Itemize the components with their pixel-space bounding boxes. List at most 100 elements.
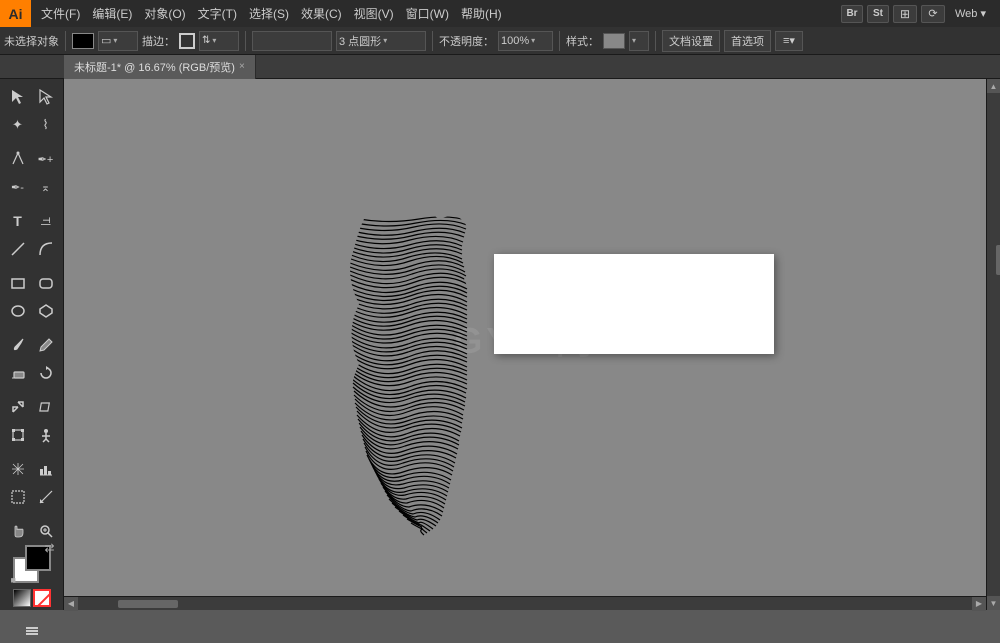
pen-tool[interactable] — [4, 145, 32, 173]
horizontal-scrollbar[interactable]: ◀ ▶ — [64, 596, 986, 610]
reset-colors-button[interactable]: ■ — [11, 575, 16, 585]
menu-object[interactable]: 对象(O) — [138, 0, 191, 27]
round-rect-tool[interactable] — [32, 269, 60, 297]
add-anchor-icon: ✒+ — [38, 153, 54, 166]
separator5 — [655, 31, 656, 51]
vertical-type-icon: T| — [40, 217, 51, 226]
artboard — [494, 254, 774, 354]
ai-logo: Ai — [0, 0, 31, 27]
doc-settings-button[interactable]: 文档设置 — [662, 30, 720, 52]
type-icon: T — [13, 213, 22, 229]
magic-wand-tool[interactable]: ✦ — [4, 111, 32, 139]
style-label: 样式： — [566, 33, 599, 49]
eraser-tool[interactable] — [4, 359, 32, 387]
menu-select[interactable]: 选择(S) — [243, 0, 295, 27]
stock-button[interactable]: St — [867, 5, 889, 23]
figure — [304, 199, 524, 559]
separator4 — [559, 31, 560, 51]
rotate-tool[interactable] — [32, 359, 60, 387]
separator2 — [245, 31, 246, 51]
fill-swatch[interactable] — [72, 33, 94, 49]
canvas-wrapper: GY / 网 — [64, 79, 986, 610]
scroll-thumb[interactable] — [996, 245, 1000, 275]
pencil-tool[interactable] — [32, 331, 60, 359]
preferences-button[interactable]: 首选项 — [724, 30, 771, 52]
swap-colors-button[interactable]: ⇄ — [44, 541, 54, 555]
ellipse-tool[interactable] — [4, 297, 32, 325]
fill-dropdown[interactable]: ▭ ▾ — [98, 31, 138, 51]
menu-text[interactable]: 文字(T) — [192, 0, 243, 27]
style-caret: ▾ — [632, 36, 636, 45]
tool-row-rect — [0, 269, 63, 297]
artboard-tool[interactable] — [4, 483, 32, 511]
title-right: Br St ⊞ ⟳ Web ▾ — [841, 5, 1000, 23]
menu-effect[interactable]: 效果(C) — [295, 0, 348, 27]
stroke-swatch[interactable] — [179, 33, 195, 49]
scroll-up-button[interactable]: ▲ — [987, 79, 1000, 93]
opacity-value: 100% — [501, 35, 529, 47]
tab-label: 未标题-1* @ 16.67% (RGB/预览) — [74, 59, 235, 75]
tool-row-eraser — [0, 359, 63, 387]
none-swatch[interactable] — [33, 589, 51, 607]
tab-close-button[interactable]: × — [239, 61, 245, 72]
opacity-caret: ▾ — [531, 36, 535, 45]
vertical-type-tool[interactable]: T| — [32, 207, 60, 235]
scroll-left-button[interactable]: ◀ — [64, 597, 78, 611]
horizontal-scroll-thumb[interactable] — [118, 600, 178, 608]
stroke-weight-dropdown[interactable]: ⇅ ▾ — [199, 31, 239, 51]
delete-anchor-tool[interactable]: ✒- — [4, 173, 32, 201]
tool-row-pen: ✒+ — [0, 145, 63, 173]
gradient-swatch[interactable] — [13, 589, 31, 607]
stroke-up-icon: ⇅ — [202, 35, 210, 46]
gradient-mesh-tool[interactable] — [4, 455, 32, 483]
point-shape-dropdown[interactable]: 3 点圆形 ▾ — [336, 31, 426, 51]
scale-tool[interactable] — [4, 393, 32, 421]
paintbrush-tool[interactable] — [4, 331, 32, 359]
title-bar: Ai 文件(F) 编辑(E) 对象(O) 文字(T) 选择(S) 效果(C) 视… — [0, 0, 1000, 27]
opacity-dropdown[interactable]: 100% ▾ — [498, 31, 553, 51]
free-transform-tool[interactable] — [4, 421, 32, 449]
color-area: ⇄ ■ — [13, 545, 51, 615]
select-tool[interactable] — [4, 83, 32, 111]
menu-file[interactable]: 文件(F) — [35, 0, 86, 27]
sync-button[interactable]: ⟳ — [921, 5, 945, 23]
menu-edit[interactable]: 编辑(E) — [86, 0, 138, 27]
fill-indicator: ▭ — [101, 34, 111, 47]
document-tab[interactable]: 未标题-1* @ 16.67% (RGB/预览) × — [64, 55, 256, 79]
scroll-right-button[interactable]: ▶ — [972, 597, 986, 611]
more-icon: ≡▾ — [783, 34, 795, 47]
grid-button[interactable]: ⊞ — [893, 5, 917, 23]
more-button[interactable]: ≡▾ — [775, 31, 803, 51]
tool-row-scale — [0, 393, 63, 421]
line-tool[interactable] — [4, 235, 32, 263]
add-anchor-tool[interactable]: ✒+ — [32, 145, 60, 173]
bridge-button[interactable]: Br — [841, 5, 863, 23]
slice-tool[interactable] — [32, 483, 60, 511]
chart-tool[interactable] — [32, 455, 60, 483]
left-toolbar: ✦ ⌇ ✒+ ✒- ⌅ T — [0, 79, 64, 610]
rect-tool[interactable] — [4, 269, 32, 297]
canvas-area[interactable]: GY / 网 — [64, 79, 986, 596]
web-dropdown[interactable]: Web ▾ — [949, 7, 992, 20]
horizontal-scroll-track[interactable] — [78, 599, 972, 609]
lasso-tool[interactable]: ⌇ — [32, 111, 60, 139]
menu-window[interactable]: 窗口(W) — [400, 0, 455, 27]
right-scrollbar[interactable]: ▲ ▼ — [986, 79, 1000, 610]
scroll-down-button[interactable]: ▼ — [987, 596, 1000, 610]
menu-help[interactable]: 帮助(H) — [455, 0, 508, 27]
convert-anchor-tool[interactable]: ⌅ — [32, 173, 60, 201]
stroke-caret: ▾ — [212, 36, 216, 45]
stroke-color-bar[interactable] — [252, 31, 332, 51]
polygon-tool[interactable] — [32, 297, 60, 325]
arc-tool[interactable] — [32, 235, 60, 263]
hand-tool[interactable] — [4, 517, 32, 545]
tool-row-artboard — [0, 483, 63, 511]
layers-panel-button[interactable] — [18, 615, 46, 643]
menu-view[interactable]: 视图(V) — [348, 0, 400, 27]
puppet-tool[interactable] — [32, 421, 60, 449]
style-swatch[interactable] — [603, 33, 625, 49]
style-dropdown[interactable]: ▾ — [629, 31, 649, 51]
shear-tool[interactable] — [32, 393, 60, 421]
type-tool[interactable]: T — [4, 207, 32, 235]
direct-select-tool[interactable] — [32, 83, 60, 111]
